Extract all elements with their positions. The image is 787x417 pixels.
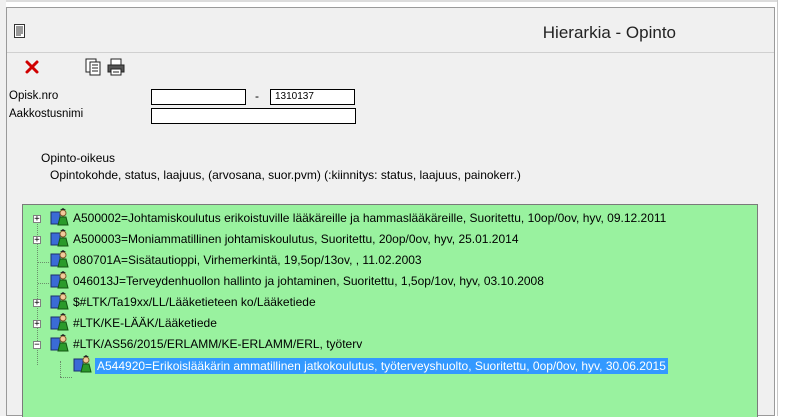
tree-item[interactable]: A500002=Johtamiskoulutus erikoistuville … xyxy=(73,210,666,226)
title-bar[interactable]: Hierarkia - Opinto xyxy=(7,8,774,53)
tree-branch xyxy=(38,283,49,284)
study-node-icon xyxy=(50,250,69,268)
expand-toggle[interactable]: + xyxy=(33,215,41,224)
section-subtitle: Opintokohde, status, laajuus, (arvosana,… xyxy=(50,168,521,182)
expand-toggle[interactable]: + xyxy=(33,299,41,308)
tree-item[interactable]: #LTK/AS56/2015/ERLAMM/KE-ERLAMM/ERL, työ… xyxy=(73,336,362,352)
tree-item-selected[interactable]: A544920=Erikoislääkärin ammatillinen jat… xyxy=(95,358,668,374)
student-number-suffix-field[interactable]: 1310137 xyxy=(270,89,355,105)
collapse-toggle[interactable]: − xyxy=(33,341,41,350)
tree-connector-child xyxy=(60,361,61,377)
study-node-icon xyxy=(50,334,69,352)
close-icon[interactable] xyxy=(24,59,40,75)
tree-branch xyxy=(60,377,72,378)
window-title: Hierarkia - Opinto xyxy=(542,23,676,42)
hierarchy-window: Hierarkia - Opinto Opisk.nro - 1310137 A… xyxy=(6,7,775,417)
tree-item[interactable]: A500003=Moniammatillinen johtamiskoulutu… xyxy=(73,231,519,247)
document-icon[interactable] xyxy=(84,58,102,76)
screen-top-edge xyxy=(0,0,787,2)
student-number-label: Opisk.nro xyxy=(9,90,59,102)
right-edge-strip xyxy=(777,0,787,416)
section-title: Opinto-oikeus xyxy=(41,151,116,165)
tree-item[interactable]: 080701A=Sisätautioppi, Virhemerkintä, 19… xyxy=(73,252,422,268)
study-node-icon xyxy=(50,313,69,331)
study-node-icon xyxy=(50,292,69,310)
tree-item[interactable]: $#LTK/Ta19xx/LL/Lääketieteen ko/Lääketie… xyxy=(73,294,316,310)
tree-item[interactable]: #LTK/KE-LÄÄK/Lääketiede xyxy=(73,315,217,331)
sort-name-field[interactable] xyxy=(151,108,356,124)
expand-toggle[interactable]: + xyxy=(33,236,41,245)
study-node-icon xyxy=(73,355,92,373)
study-node-icon xyxy=(50,229,69,247)
tree-branch xyxy=(38,262,49,263)
study-node-icon xyxy=(50,271,69,289)
study-node-icon xyxy=(50,208,69,226)
hierarchy-tree[interactable]: + A500002=Johtamiskoulutus erikoistuvill… xyxy=(22,204,758,417)
document-app-icon xyxy=(14,24,25,38)
student-number-field[interactable] xyxy=(151,89,246,105)
print-icon[interactable] xyxy=(107,58,125,76)
expand-toggle[interactable]: + xyxy=(33,320,41,329)
student-number-separator: - xyxy=(255,89,259,103)
sort-name-label: Aakkostusnimi xyxy=(9,108,84,120)
tree-item[interactable]: 046013J=Terveydenhuollon hallinto ja joh… xyxy=(73,273,544,289)
